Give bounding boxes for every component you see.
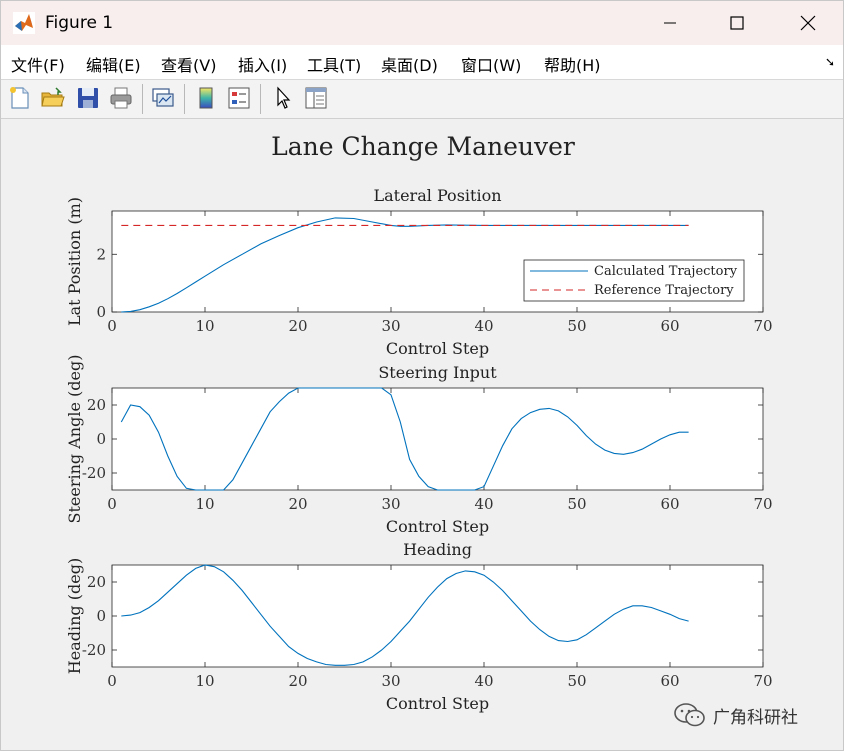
x-tick-label: 40 xyxy=(474,495,493,513)
close-button[interactable] xyxy=(779,1,837,45)
x-tick-label: 60 xyxy=(660,317,679,335)
x-tick-label: 20 xyxy=(288,317,307,335)
wechat-logo-icon xyxy=(674,703,705,727)
axes-title: Lateral Position xyxy=(373,186,501,205)
x-tick-label: 60 xyxy=(660,495,679,513)
y-tick-label: 0 xyxy=(96,430,106,448)
menu-window[interactable]: 窗口(W) xyxy=(461,52,521,76)
x-tick-label: 0 xyxy=(107,672,117,690)
x-tick-label: 70 xyxy=(753,495,772,513)
open-file-icon[interactable] xyxy=(40,85,66,111)
x-tick-label: 30 xyxy=(381,317,400,335)
x-tick-label: 50 xyxy=(567,672,586,690)
figure-plot-area: Lane Change Maneuver 0 10 20 30 40 50 60 70 0 2 La… xyxy=(65,132,773,713)
x-tick-label: 70 xyxy=(753,317,772,335)
link-plot-icon[interactable] xyxy=(150,85,176,111)
y-axis-label: Lat Position (m) xyxy=(65,197,84,326)
x-tick-label: 10 xyxy=(195,672,214,690)
x-tick-label: 70 xyxy=(753,672,772,690)
menu-help[interactable]: 帮助(H) xyxy=(544,52,601,76)
legend-icon[interactable] xyxy=(226,85,252,111)
menu-view[interactable]: 查看(V) xyxy=(161,52,216,76)
menu-bar: 文件(F) 编辑(E) 查看(V) 插入(I) 工具(T) 桌面(D) 窗口(W… xyxy=(1,45,843,80)
y-tick-label: -20 xyxy=(82,464,106,482)
colorbar-icon[interactable] xyxy=(193,85,219,111)
x-tick-label: 0 xyxy=(107,317,117,335)
close-icon xyxy=(800,15,816,31)
legend-entry: Reference Trajectory xyxy=(594,283,734,298)
title-bar[interactable]: Figure 1 xyxy=(1,1,843,45)
menu-tools[interactable]: 工具(T) xyxy=(307,52,361,76)
axes-box xyxy=(111,387,764,491)
matlab-logo-icon xyxy=(13,12,35,34)
figure-suptitle: Lane Change Maneuver xyxy=(271,132,575,161)
y-tick-label: 2 xyxy=(96,245,106,263)
dock-arrow-icon[interactable]: ➘ xyxy=(825,55,835,69)
menu-insert[interactable]: 插入(I) xyxy=(238,52,287,76)
y-tick-label: 0 xyxy=(96,303,106,321)
menu-edit[interactable]: 编辑(E) xyxy=(86,52,141,76)
y-axis-label: Heading (deg) xyxy=(65,558,84,674)
toolbar-separator xyxy=(260,84,261,114)
y-axis-label: Steering Angle (deg) xyxy=(65,355,84,524)
toolbar-separator xyxy=(184,84,185,114)
maximize-icon xyxy=(730,16,744,30)
watermark-text: 广角科研社 xyxy=(713,707,798,728)
watermark: 广角科研社 xyxy=(673,701,798,729)
toolbar-separator xyxy=(142,84,143,114)
x-axis-label: Control Step xyxy=(386,694,489,713)
axes-title: Steering Input xyxy=(378,363,497,382)
x-tick-label: 60 xyxy=(660,672,679,690)
pointer-icon[interactable] xyxy=(270,85,296,111)
property-editor-icon[interactable] xyxy=(303,85,329,111)
x-axis-label: Control Step xyxy=(386,517,489,536)
x-tick-label: 40 xyxy=(474,317,493,335)
menu-desktop[interactable]: 桌面(D) xyxy=(381,52,438,76)
axes-title: Heading xyxy=(403,540,472,559)
x-tick-label: 10 xyxy=(195,317,214,335)
y-tick-label: -20 xyxy=(82,641,106,659)
new-figure-icon[interactable] xyxy=(7,85,33,111)
minimize-button[interactable] xyxy=(641,1,699,45)
x-tick-label: 30 xyxy=(381,495,400,513)
y-tick-label: 0 xyxy=(96,607,106,625)
figure-canvas: Lane Change Maneuver 0 10 20 30 40 50 60 70 0 2 La… xyxy=(5,119,839,747)
x-axis-label: Control Step xyxy=(386,339,489,358)
x-tick-label: 20 xyxy=(288,672,307,690)
figure-window: Figure 1 文件(F) 编辑(E) 查看(V) 插入(I) 工具(T) 桌… xyxy=(0,0,844,751)
x-tick-label: 10 xyxy=(195,495,214,513)
minimize-icon xyxy=(664,22,676,24)
x-tick-label: 20 xyxy=(288,495,307,513)
axes-box xyxy=(111,564,764,668)
menu-file[interactable]: 文件(F) xyxy=(11,52,65,76)
maximize-button[interactable] xyxy=(708,1,766,45)
x-tick-label: 0 xyxy=(107,495,117,513)
y-tick-label: 20 xyxy=(87,573,106,591)
save-icon[interactable] xyxy=(75,85,101,111)
x-tick-label: 30 xyxy=(381,672,400,690)
y-tick-label: 20 xyxy=(87,396,106,414)
x-tick-label: 50 xyxy=(567,495,586,513)
x-tick-label: 50 xyxy=(567,317,586,335)
x-tick-label: 40 xyxy=(474,672,493,690)
print-icon[interactable] xyxy=(108,85,134,111)
window-title: Figure 1 xyxy=(45,13,114,33)
legend-entry: Calculated Trajectory xyxy=(594,264,738,279)
toolbar xyxy=(1,80,843,119)
